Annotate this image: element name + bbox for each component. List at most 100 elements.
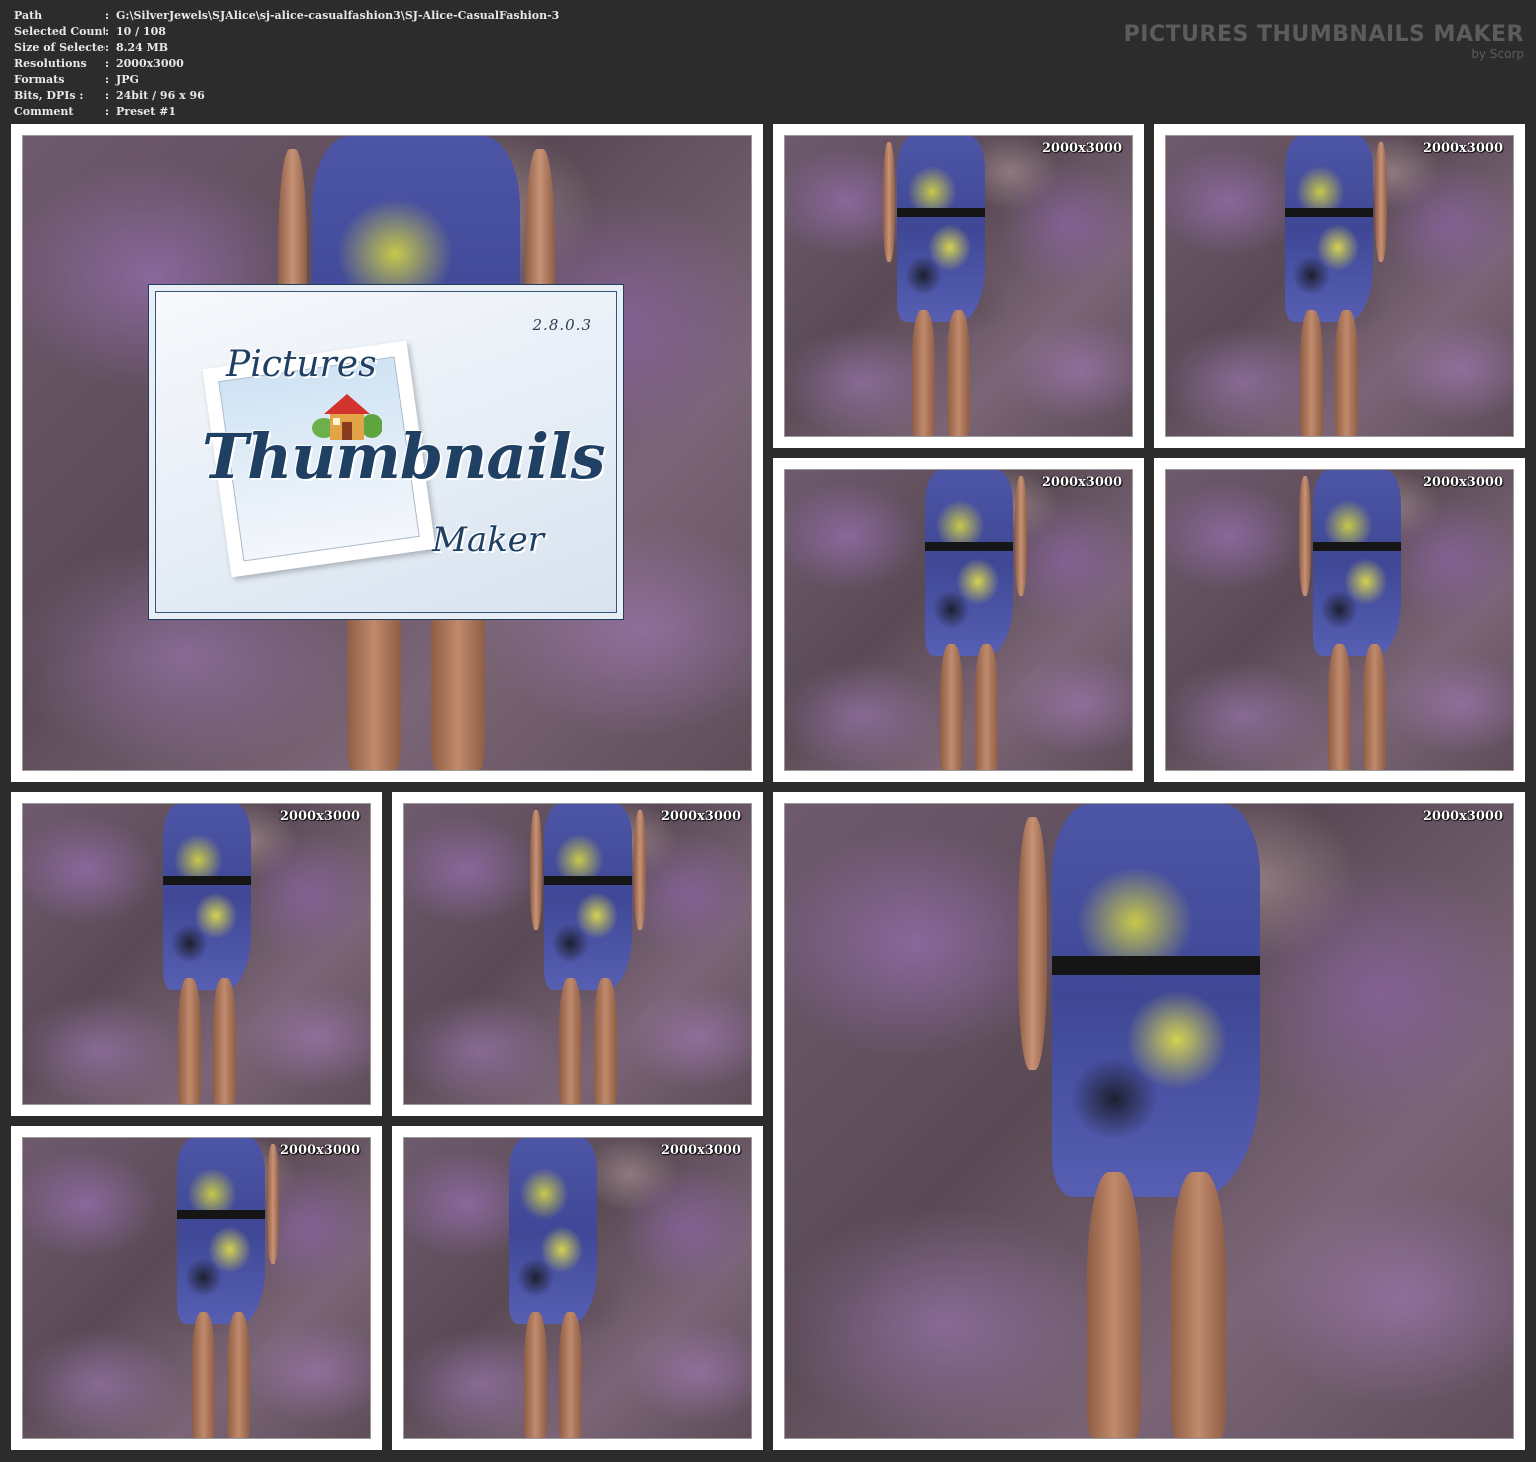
model-figure xyxy=(882,136,993,436)
belt-shape xyxy=(177,1210,265,1219)
leg-shape xyxy=(1086,1171,1142,1438)
resolution-label: 2000x3000 xyxy=(1041,475,1122,490)
thumbnail-3[interactable]: 2000x3000 xyxy=(1154,124,1525,448)
info-row-comment: Comment : Preset #1 xyxy=(14,104,559,120)
belt-shape xyxy=(897,208,985,217)
logo-word-pictures: Pictures xyxy=(226,344,377,385)
leg-shape xyxy=(559,1312,583,1438)
dress-shape xyxy=(163,804,251,990)
leg-shape xyxy=(1335,310,1359,436)
leg-shape xyxy=(558,978,582,1104)
info-key: Comment xyxy=(14,105,74,118)
info-row-path: Path : G:\SilverJewels\SJAlice\sj-alice-… xyxy=(14,8,559,24)
dress-shape xyxy=(509,1138,597,1324)
info-key: Size of Selected xyxy=(14,41,105,54)
thumbnail-9[interactable]: 2000x3000 xyxy=(392,1126,763,1450)
arm-shape xyxy=(882,142,896,262)
leg-shape xyxy=(939,644,963,770)
model-figure xyxy=(917,470,1028,770)
resolution-label: 2000x3000 xyxy=(660,809,741,824)
leg-shape xyxy=(911,310,935,436)
info-separator: : xyxy=(105,9,110,22)
thumbnail-4[interactable]: 2000x3000 xyxy=(773,458,1144,782)
model-figure xyxy=(1277,136,1388,436)
leg-shape xyxy=(975,644,999,770)
info-row-bits-dpi: Bits, DPIs : : 24bit / 96 x 96 xyxy=(14,88,559,104)
dress-shape xyxy=(177,1138,265,1324)
info-value: 2000x3000 xyxy=(116,57,184,70)
thumbnail-8[interactable]: 2000x3000 xyxy=(11,1126,382,1450)
leg-shape xyxy=(594,978,618,1104)
thumbnail-photo: 2000x3000 xyxy=(1165,469,1514,771)
info-key: Resolutions xyxy=(14,57,87,70)
thumbnail-photo: 2000x3000 xyxy=(403,803,752,1105)
model-figure xyxy=(155,804,259,1104)
belt-shape xyxy=(925,542,1013,551)
leg-shape xyxy=(947,310,971,436)
resolution-label: 2000x3000 xyxy=(279,1143,360,1158)
info-value: JPG xyxy=(116,73,139,86)
info-separator: : xyxy=(105,25,110,38)
info-value: Preset #1 xyxy=(116,105,177,118)
belt-shape xyxy=(1285,208,1373,217)
model-figure xyxy=(1298,470,1409,770)
resolution-label: 2000x3000 xyxy=(1422,475,1503,490)
resolution-label: 2000x3000 xyxy=(1041,141,1122,156)
leg-shape xyxy=(524,1312,547,1438)
leg-shape xyxy=(1299,310,1323,436)
model-figure xyxy=(1017,804,1281,1438)
resolution-label: 2000x3000 xyxy=(1422,809,1503,824)
model-figure xyxy=(169,1138,280,1438)
resolution-label: 2000x3000 xyxy=(1422,141,1503,156)
dress-shape xyxy=(1313,470,1401,656)
thumbnail-photo: 2000x3000 xyxy=(784,803,1514,1439)
info-value: 24bit / 96 x 96 xyxy=(116,89,205,102)
thumbnail-10[interactable]: 2000x3000 xyxy=(773,792,1525,1450)
thumbnail-photo: 2000x3000 xyxy=(22,1137,371,1439)
arm-shape xyxy=(1014,476,1028,596)
arm-shape xyxy=(266,1144,280,1264)
leg-shape xyxy=(227,1312,250,1438)
model-figure xyxy=(529,804,647,1104)
arm-shape xyxy=(633,810,647,930)
dress-shape xyxy=(544,804,632,990)
thumbnail-6[interactable]: 2000x3000 xyxy=(11,792,382,1116)
logo-word-maker: Maker xyxy=(432,520,545,560)
dress-shape xyxy=(1052,804,1261,1198)
info-separator: : xyxy=(105,41,110,54)
info-separator: : xyxy=(105,73,110,86)
leg-shape xyxy=(177,978,201,1104)
app-logo-inner: 2.8.0.3 Pictures Thumbnails Maker xyxy=(155,291,617,613)
belt-shape xyxy=(1052,956,1261,976)
thumbnail-photo: 2000x3000 xyxy=(784,469,1133,771)
thumbnail-photo: 2000x3000 xyxy=(403,1137,752,1439)
leg-shape xyxy=(1171,1171,1226,1438)
thumbnail-photo: 2000x3000 xyxy=(22,803,371,1105)
info-row-formats: Formats : JPG xyxy=(14,72,559,88)
dress-shape xyxy=(897,136,985,322)
info-key: Formats xyxy=(14,73,65,86)
info-row-resolutions: Resolutions : 2000x3000 xyxy=(14,56,559,72)
thumbnail-2[interactable]: 2000x3000 xyxy=(773,124,1144,448)
info-value: 8.24 MB xyxy=(116,41,169,54)
brand-block: PICTURES THUMBNAILS MAKER by Scorp xyxy=(1124,22,1524,60)
arm-shape xyxy=(529,810,543,930)
info-key: Bits, DPIs : xyxy=(14,89,84,102)
info-value: 10 / 108 xyxy=(116,25,166,38)
dress-shape xyxy=(925,470,1013,656)
dress-shape xyxy=(1285,136,1373,322)
model-figure xyxy=(501,1138,605,1438)
app-logo-card: 2.8.0.3 Pictures Thumbnails Maker xyxy=(148,284,624,620)
leg-shape xyxy=(191,1312,215,1438)
thumbnail-5[interactable]: 2000x3000 xyxy=(1154,458,1525,782)
logo-version: 2.8.0.3 xyxy=(532,316,592,334)
info-panel: Path : G:\SilverJewels\SJAlice\sj-alice-… xyxy=(14,8,559,120)
brand-title: PICTURES THUMBNAILS MAKER xyxy=(1123,22,1524,47)
info-key: Selected Count xyxy=(14,25,105,38)
arm-shape xyxy=(1017,816,1048,1071)
belt-shape xyxy=(163,876,251,885)
info-key: Path xyxy=(14,9,43,22)
thumbnail-photo: 2000x3000 xyxy=(784,135,1133,437)
arm-shape xyxy=(1374,142,1388,262)
thumbnail-7[interactable]: 2000x3000 xyxy=(392,792,763,1116)
